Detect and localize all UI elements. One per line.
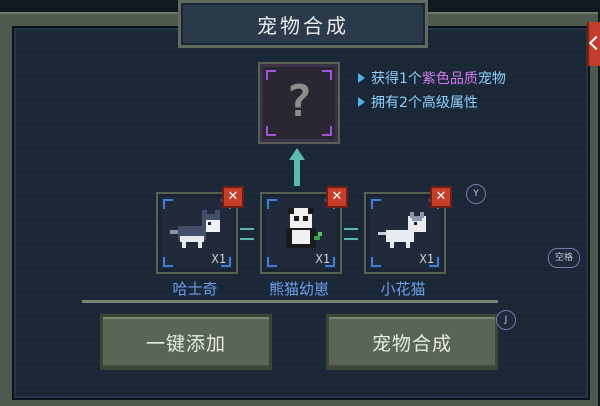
triangle-bullet-icon [358, 97, 365, 107]
info-line-attributes: 拥有2个高级属性 [358, 90, 506, 114]
remove-pet-2-button[interactable]: ✕ [326, 186, 348, 208]
husky-icon [170, 210, 220, 248]
pet-name-2: 熊猫幼崽 [268, 280, 329, 298]
auto-add-button[interactable]: 一键添加 [100, 314, 272, 370]
pet-count: X1 [211, 252, 226, 266]
remove-pet-1-button[interactable]: ✕ [222, 186, 244, 208]
question-mark-icon: ? [285, 76, 313, 127]
quality-highlight: 紫色品质 [421, 71, 478, 87]
pet-name-3: 小花猫 [380, 280, 426, 298]
triangle-bullet-icon [358, 73, 365, 83]
info-line-quality: 获得1个 紫色品质 宠物 [358, 66, 506, 90]
pet-synthesis-panel: 宠物合成 ? 获得1个 紫色品质 宠物 拥有2个高级属性 X1 ✕ 哈士奇 X1… [0, 0, 600, 406]
panda-icon [286, 208, 322, 248]
space-key-hint: 空格 [548, 248, 580, 268]
y-key-hint: Y [466, 184, 486, 204]
arrow-up-icon [289, 148, 305, 186]
result-preview-slot: ? [258, 62, 340, 144]
close-icon[interactable] [587, 22, 600, 66]
pet-count: X1 [419, 252, 434, 266]
panel-title-tab: 宠物合成 [178, 0, 428, 48]
j-key-hint: J [496, 310, 516, 330]
pet-name-1: 哈士奇 [172, 280, 218, 298]
pet-count: X1 [315, 252, 330, 266]
result-info: 获得1个 紫色品质 宠物 拥有2个高级属性 [358, 66, 506, 114]
cat-icon [378, 212, 426, 248]
divider [82, 300, 498, 303]
link-connector [344, 228, 358, 240]
link-connector [240, 228, 254, 240]
combine-button[interactable]: 宠物合成 [326, 314, 498, 370]
remove-pet-3-button[interactable]: ✕ [430, 186, 452, 208]
panel-title: 宠物合成 [257, 13, 349, 38]
